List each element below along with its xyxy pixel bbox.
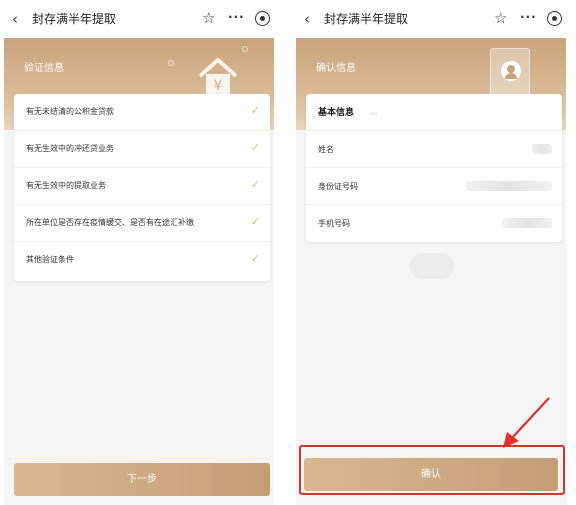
check-icon: ✓ xyxy=(250,104,260,117)
page-title: 封存满半年提取 xyxy=(324,12,409,26)
check-icon: ✓ xyxy=(250,178,260,191)
placeholder-pill xyxy=(410,253,454,279)
page-title: 封存满半年提取 xyxy=(32,12,117,26)
left-screen: ‹ 封存满半年提取 ☆ ··· 验证信息 ¥ 有无未结清的公积金贷款 ✓ 有无生… xyxy=(4,0,274,505)
star-outline-icon[interactable]: ☆ xyxy=(202,8,215,28)
info-row-phone: 手机号码 xyxy=(306,205,562,242)
info-label: 姓名 xyxy=(318,145,334,154)
redacted-value xyxy=(466,181,552,191)
basic-info-card: 基本信息 〰 姓名 身份证号码 手机号码 xyxy=(306,94,562,242)
list-item: 有无生效中的提取业务 ✓ xyxy=(14,168,270,205)
avatar xyxy=(501,61,521,81)
decor-dot xyxy=(168,60,174,66)
banner-title: 确认信息 xyxy=(316,63,356,74)
star-outline-icon[interactable]: ☆ xyxy=(494,8,507,28)
target-icon[interactable] xyxy=(547,11,562,26)
info-row-name: 姓名 xyxy=(306,131,562,168)
section-title: 基本信息 xyxy=(318,108,355,118)
more-dots-icon[interactable]: ··· xyxy=(520,10,537,24)
house-yuan-icon: ¥ xyxy=(198,58,238,96)
chevron-left-icon[interactable]: ‹ xyxy=(304,9,310,29)
check-label: 有无生效中的冲还贷业务 xyxy=(26,144,114,153)
info-label: 手机号码 xyxy=(318,219,350,228)
check-label: 有无生效中的提取业务 xyxy=(26,181,106,190)
chevron-left-icon[interactable]: ‹ xyxy=(12,9,18,29)
check-label: 所在单位是否存在疫情缓交、是否有在途汇补缴 xyxy=(26,218,194,227)
check-icon: ✓ xyxy=(250,141,260,154)
svg-text:¥: ¥ xyxy=(214,78,223,94)
info-label: 身份证号码 xyxy=(318,182,358,191)
decor-dot xyxy=(242,46,248,52)
check-icon: ✓ xyxy=(250,252,260,265)
info-row-id: 身份证号码 xyxy=(306,168,562,205)
navbar: ‹ 封存满半年提取 ☆ ··· xyxy=(296,0,566,38)
target-icon[interactable] xyxy=(255,11,270,26)
list-item: 有无生效中的冲还贷业务 ✓ xyxy=(14,131,270,168)
id-card-icon xyxy=(490,48,530,98)
decor-wave: 〰 xyxy=(370,110,377,118)
list-item: 所在单位是否存在疫情缓交、是否有在途汇补缴 ✓ xyxy=(14,205,270,242)
list-item: 其他验证条件 ✓ xyxy=(14,242,270,279)
more-dots-icon[interactable]: ··· xyxy=(228,10,245,24)
check-label: 其他验证条件 xyxy=(26,255,74,264)
banner-title: 验证信息 xyxy=(24,63,64,74)
redacted-value xyxy=(532,144,552,154)
arrow-icon xyxy=(503,397,550,448)
next-step-button[interactable]: 下一步 xyxy=(14,463,270,496)
list-item: 有无未结清的公积金贷款 ✓ xyxy=(14,94,270,131)
check-icon: ✓ xyxy=(250,215,260,228)
verification-card: 有无未结清的公积金贷款 ✓ 有无生效中的冲还贷业务 ✓ 有无生效中的提取业务 ✓… xyxy=(14,94,270,281)
redacted-value xyxy=(502,218,552,228)
navbar: ‹ 封存满半年提取 ☆ ··· xyxy=(4,0,274,38)
check-label: 有无未结清的公积金贷款 xyxy=(26,107,114,116)
highlight-box xyxy=(299,445,565,495)
section-header: 基本信息 〰 xyxy=(306,94,562,131)
